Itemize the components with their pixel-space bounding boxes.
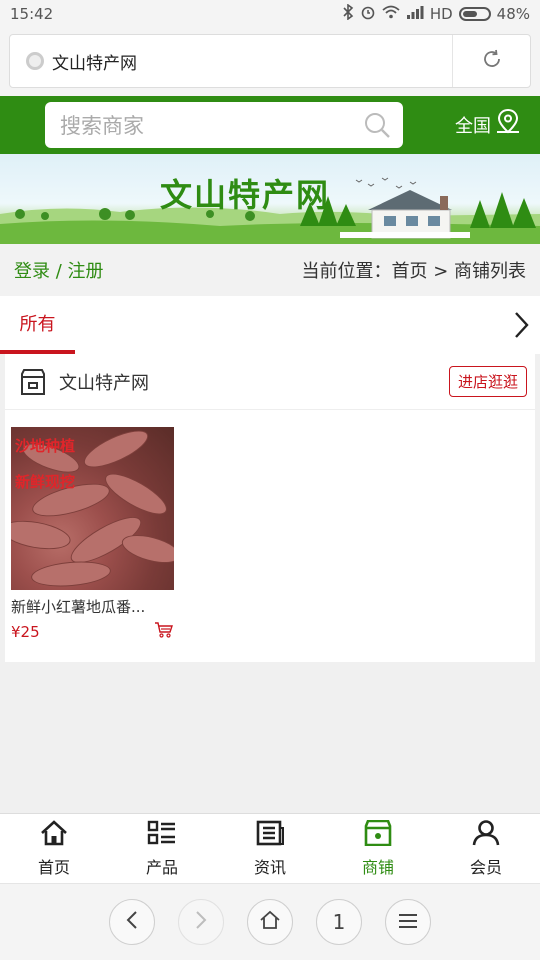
breadcrumb-home[interactable]: 首页	[391, 261, 427, 282]
refresh-button[interactable]	[452, 35, 530, 87]
nav-products-label: 产品	[145, 857, 178, 877]
home-icon	[39, 819, 69, 850]
site-banner: 文山特产网	[0, 154, 540, 244]
auth-separator: /	[50, 261, 68, 282]
alarm-icon	[360, 4, 376, 24]
back-button[interactable]	[109, 899, 155, 945]
user-icon	[471, 819, 501, 850]
shop-header: 文山特产网 进店逛逛	[5, 354, 535, 410]
shop-name[interactable]: 文山特产网	[59, 369, 449, 395]
chevron-right-icon	[194, 910, 208, 935]
news-icon	[255, 820, 285, 850]
breadcrumb-arrow: >	[427, 261, 454, 282]
login-link[interactable]: 登录	[14, 261, 50, 282]
wifi-icon	[382, 5, 400, 23]
refresh-icon	[481, 48, 503, 74]
store-icon	[19, 368, 47, 396]
register-link[interactable]: 注册	[68, 261, 104, 282]
nav-shops[interactable]: 商铺	[324, 814, 432, 883]
browser-bottom-bar: 1	[0, 883, 540, 960]
search-placeholder: 搜索商家	[60, 114, 144, 138]
region-label: 全国	[455, 115, 491, 137]
status-indicators: HD 48%	[342, 3, 530, 24]
tabs-button[interactable]: 1	[316, 899, 362, 945]
category-tabs: 所有	[0, 296, 540, 354]
nav-member-label: 会员	[469, 857, 502, 877]
visit-shop-button[interactable]: 进店逛逛	[448, 366, 527, 397]
product-card[interactable]: 沙地种植 新鲜现挖 新鲜小红薯地瓜番... ¥25	[11, 427, 174, 643]
browser-toolbar: 文山特产网	[0, 28, 540, 96]
location-icon	[495, 108, 521, 141]
nav-member[interactable]: 会员	[432, 814, 540, 883]
nav-news-label: 资讯	[253, 857, 286, 877]
region-selector[interactable]: 全国	[455, 108, 521, 141]
chevron-left-icon	[125, 910, 139, 935]
tab-all[interactable]: 所有	[0, 296, 75, 354]
image-caption-2: 新鲜现挖	[15, 473, 76, 491]
product-name[interactable]: 新鲜小红薯地瓜番...	[11, 596, 174, 617]
nav-news[interactable]: 资讯	[216, 814, 324, 883]
nav-shops-label: 商铺	[361, 857, 394, 877]
breadcrumb-current: 商铺列表	[454, 261, 526, 282]
product-meta: ¥25	[11, 621, 174, 643]
bottom-navigation: 首页 产品 资讯 商铺 会员	[0, 813, 540, 883]
tab-count: 1	[332, 910, 346, 934]
status-bar: 15:42 HD 48%	[0, 0, 540, 28]
signal-icon	[406, 5, 424, 23]
search-input[interactable]: 搜索商家	[45, 102, 403, 148]
page-title: 文山特产网	[52, 53, 137, 74]
breadcrumb-bar: 登录 / 注册 当前位置：首页 > 商铺列表	[0, 244, 540, 296]
status-time: 15:42	[10, 5, 54, 23]
chevron-right-icon[interactable]	[512, 310, 530, 344]
banner-title: 文山特产网	[160, 176, 331, 214]
breadcrumb-prefix: 当前位置：	[301, 261, 392, 282]
shop-card: 文山特产网 进店逛逛 沙地种植 新鲜现挖 新鲜小红薯地瓜番... ¥25	[5, 354, 535, 662]
battery-percent: 48%	[496, 5, 530, 23]
product-price: ¥25	[11, 623, 40, 641]
forward-button[interactable]	[178, 899, 224, 945]
nav-home[interactable]: 首页	[0, 814, 108, 883]
battery-icon	[458, 7, 491, 21]
auth-links: 登录 / 注册	[14, 257, 104, 283]
product-image[interactable]: 沙地种植 新鲜现挖	[11, 427, 174, 590]
site-header: 搜索商家 全国	[0, 96, 540, 154]
site-icon	[26, 52, 44, 70]
bluetooth-icon	[342, 3, 354, 24]
nav-products[interactable]: 产品	[108, 814, 216, 883]
cart-icon[interactable]	[154, 621, 174, 643]
breadcrumb: 当前位置：首页 > 商铺列表	[301, 257, 526, 283]
address-field[interactable]: 文山特产网	[10, 49, 452, 74]
shop-icon	[363, 819, 393, 850]
home-button[interactable]	[247, 899, 293, 945]
list-icon	[147, 820, 177, 850]
menu-icon	[398, 910, 418, 934]
image-caption-1: 沙地种植	[15, 437, 76, 455]
nav-home-label: 首页	[37, 857, 70, 877]
menu-button[interactable]	[385, 899, 431, 945]
search-icon[interactable]	[357, 111, 397, 139]
home-icon	[259, 910, 281, 935]
address-bar[interactable]: 文山特产网	[9, 34, 531, 88]
network-type: HD	[429, 5, 453, 23]
